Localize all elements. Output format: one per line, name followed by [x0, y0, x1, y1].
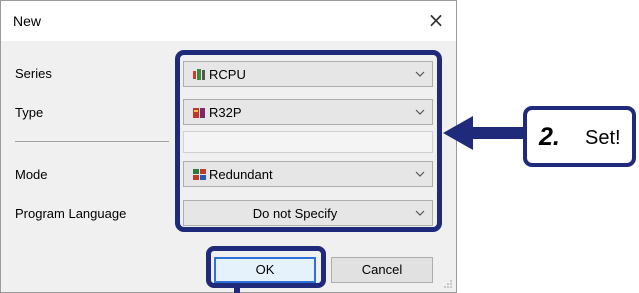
type-label: Type	[15, 105, 44, 120]
ok-highlight-frame	[206, 246, 326, 288]
dialog-titlebar: New ×	[1, 1, 456, 41]
left-arrow-icon	[443, 116, 525, 150]
mode-label: Mode	[15, 167, 48, 182]
section-divider	[15, 141, 169, 142]
step-callout: 2. Set!	[523, 106, 636, 167]
step-number: 2.	[539, 123, 560, 151]
resize-grip-icon[interactable]	[443, 279, 453, 289]
ok-pointer-line	[234, 288, 240, 293]
program-language-label: Program Language	[15, 206, 127, 221]
series-label: Series	[15, 66, 52, 81]
settings-highlight-frame	[175, 50, 442, 232]
close-icon[interactable]: ×	[424, 8, 448, 32]
dialog-title: New	[13, 13, 42, 29]
step-instruction: Set!	[585, 127, 621, 149]
cancel-button[interactable]: Cancel	[331, 257, 433, 283]
